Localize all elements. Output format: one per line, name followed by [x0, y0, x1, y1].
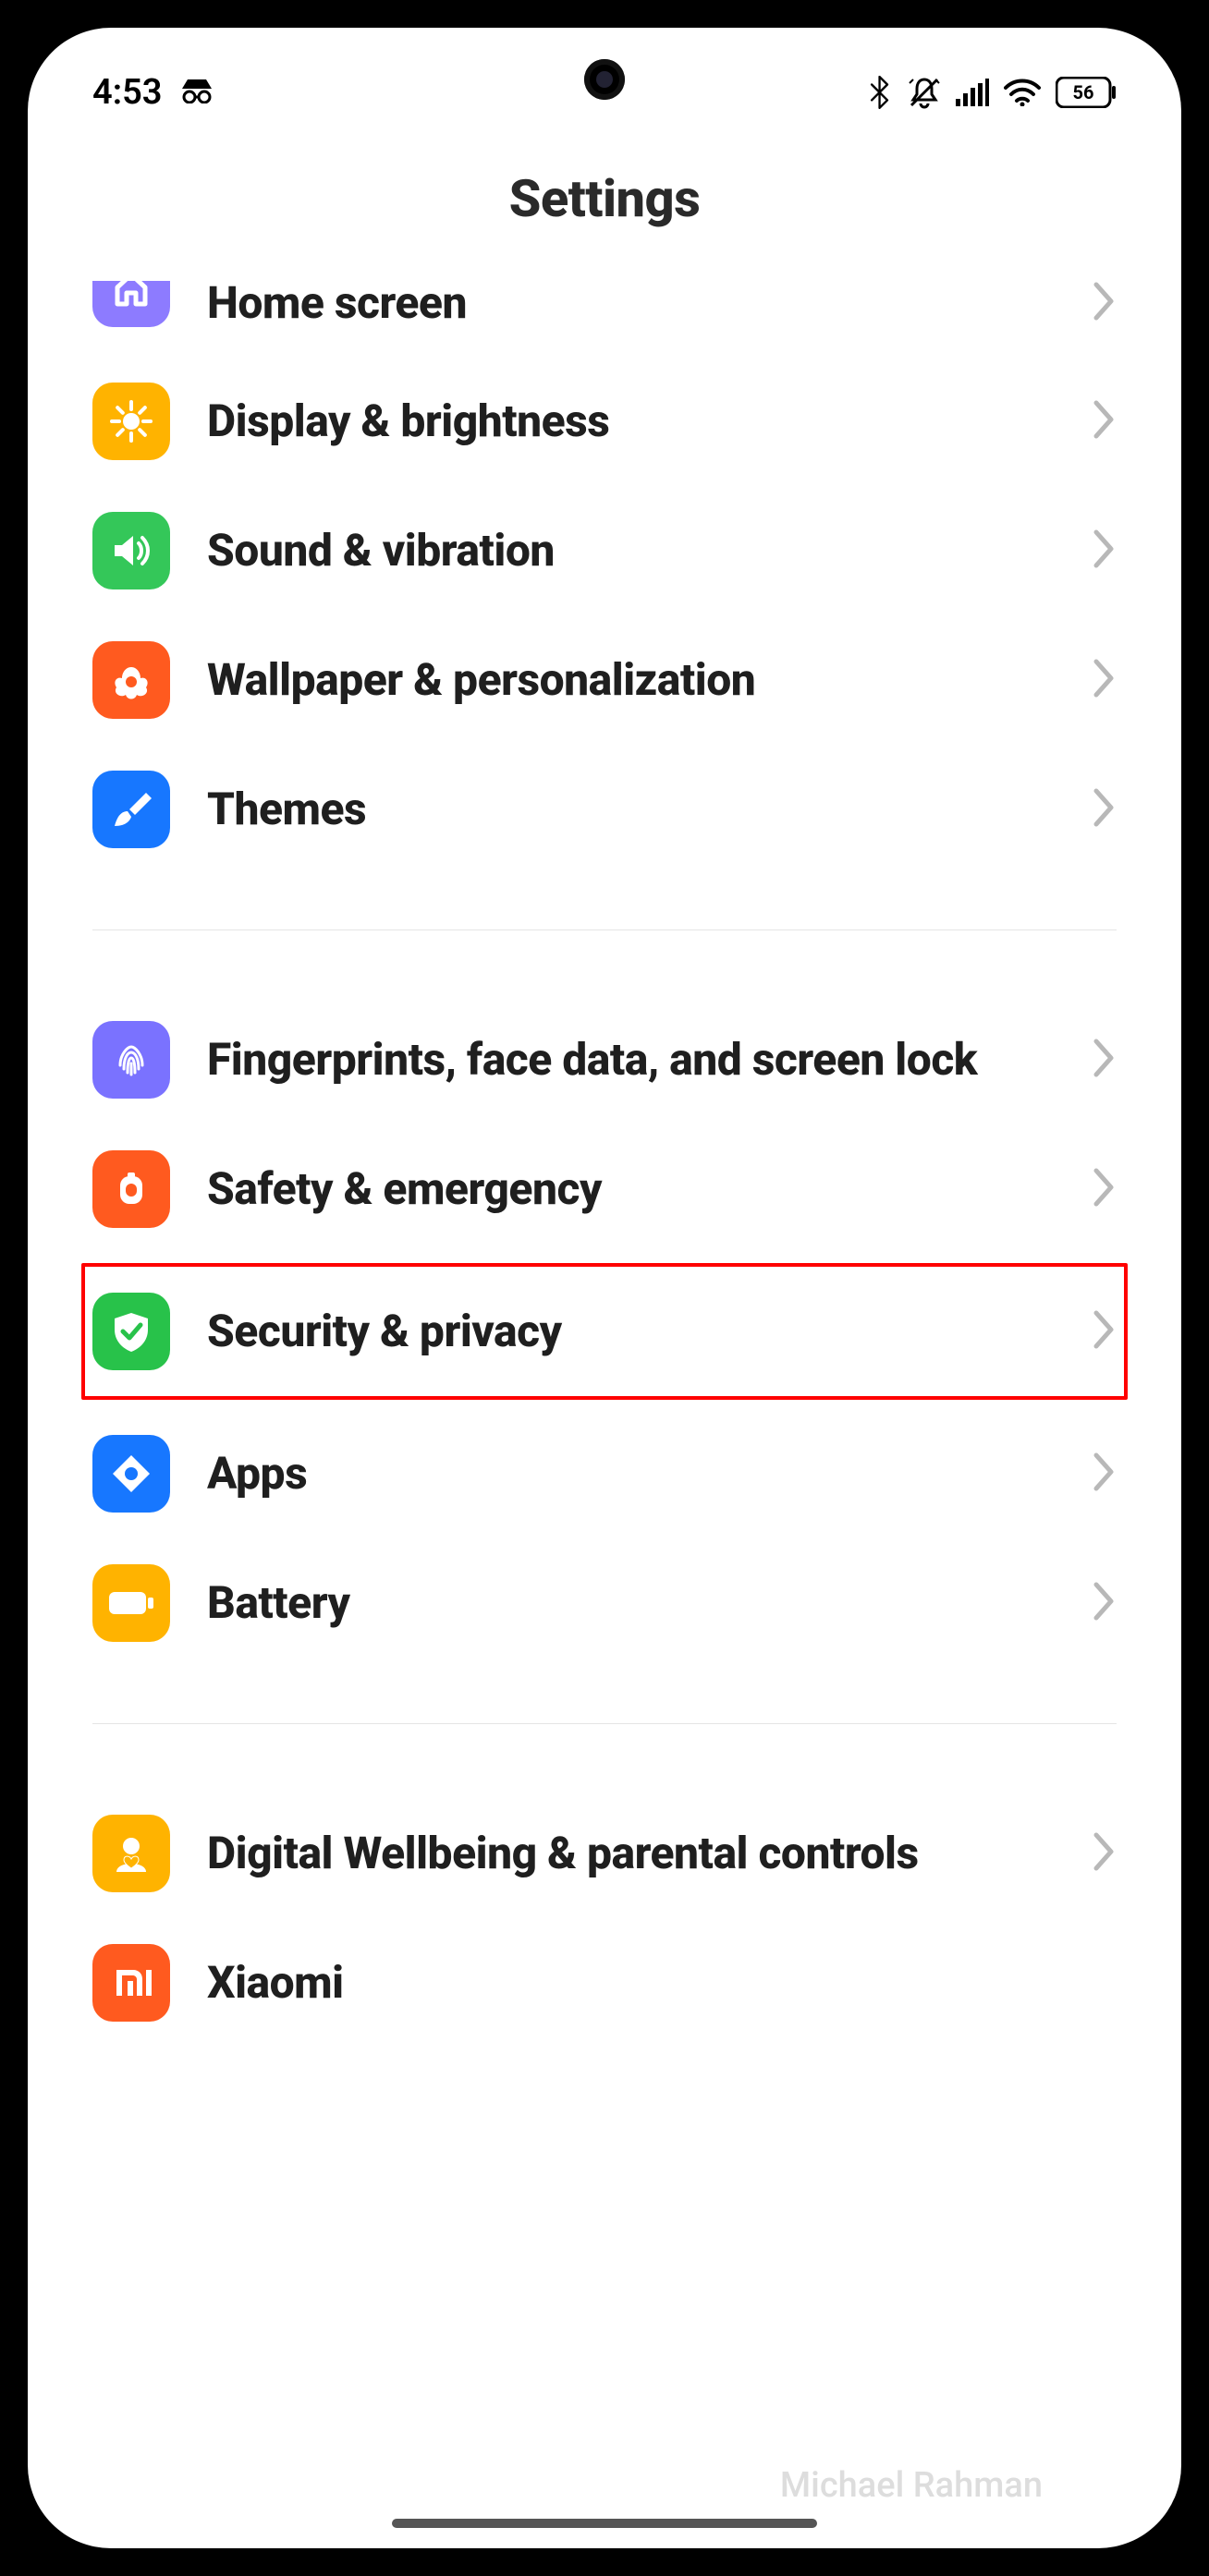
- settings-row-label: Sound & vibration: [207, 523, 1056, 578]
- chevron-right-icon: [1093, 1581, 1117, 1625]
- settings-row-sound[interactable]: Sound & vibration: [92, 486, 1117, 615]
- mi-icon: [92, 1944, 170, 2022]
- settings-row-label: Wallpaper & personaliza­tion: [207, 652, 1056, 708]
- battery-indicator: 56: [1056, 77, 1117, 108]
- bluetooth-icon: [869, 76, 893, 109]
- settings-row-safety[interactable]: Safety & emergency: [92, 1124, 1117, 1254]
- settings-row-label: Safety & emergency: [207, 1161, 1056, 1217]
- settings-row-label: Security & privacy: [207, 1304, 1056, 1359]
- settings-row-wallpaper[interactable]: Wallpaper & personaliza­tion: [92, 615, 1117, 745]
- battery-icon: [92, 1564, 170, 1642]
- settings-row-label: Home screen: [207, 275, 1056, 331]
- settings-row-label: Display & brightness: [207, 394, 1056, 449]
- shield-check-icon: [92, 1293, 170, 1370]
- settings-row-label: Digital Wellbeing & parental controls: [207, 1826, 1056, 1881]
- settings-row-label: Xiaomi: [207, 1955, 1056, 2011]
- home-indicator[interactable]: [392, 2519, 817, 2528]
- settings-row-label: Apps: [207, 1446, 1056, 1501]
- sun-icon: [92, 383, 170, 460]
- chevron-right-icon: [1093, 658, 1117, 702]
- flower-icon: [92, 641, 170, 719]
- person-heart-icon: [92, 1815, 170, 1892]
- home-icon: [92, 281, 170, 327]
- settings-row-security[interactable]: Security & privacy: [92, 1276, 1117, 1387]
- settings-row-battery[interactable]: Battery: [92, 1538, 1117, 1668]
- settings-list[interactable]: Home screen Display & brightness Sound & v…: [28, 275, 1181, 2047]
- watermark-text: Michael Rahman: [780, 2465, 1043, 2506]
- chevron-right-icon: [1093, 1452, 1117, 1496]
- chevron-right-icon: [1093, 529, 1117, 573]
- settings-row-wellbeing[interactable]: Digital Wellbeing & parental controls: [92, 1789, 1117, 1918]
- settings-row-xiaomi[interactable]: Xiaomi: [92, 1918, 1117, 2047]
- settings-row-themes[interactable]: Themes: [92, 745, 1117, 874]
- chevron-right-icon: [1093, 1038, 1117, 1082]
- settings-row-apps[interactable]: Apps: [92, 1409, 1117, 1538]
- incognito-icon: [178, 72, 215, 113]
- settings-row-display[interactable]: Display & brightness: [92, 357, 1117, 486]
- screen: 4:53: [28, 28, 1181, 2548]
- settings-row-fingerprint[interactable]: Fingerprints, face data, and screen lock: [92, 995, 1117, 1124]
- sos-icon: [92, 1150, 170, 1228]
- settings-row-label: Battery: [207, 1575, 1056, 1631]
- chevron-right-icon: [1093, 1831, 1117, 1876]
- highlight-annotation: Security & privacy: [81, 1263, 1128, 1400]
- status-time: 4:53: [92, 72, 162, 113]
- speaker-icon: [92, 512, 170, 589]
- brush-icon: [92, 771, 170, 848]
- group-separator: [92, 1723, 1117, 1724]
- signal-icon: [956, 79, 989, 106]
- camera-cutout: [584, 59, 625, 100]
- chevron-right-icon: [1093, 281, 1117, 325]
- phone-frame: 4:53: [0, 0, 1209, 2576]
- fingerprint-icon: [92, 1021, 170, 1099]
- status-right: 56: [869, 76, 1117, 109]
- settings-row-label: Themes: [207, 782, 1056, 837]
- chevron-right-icon: [1093, 1309, 1117, 1354]
- svg-text:56: 56: [1073, 81, 1094, 103]
- chevron-right-icon: [1093, 1167, 1117, 1211]
- chevron-right-icon: [1093, 787, 1117, 832]
- settings-row-home_screen[interactable]: Home screen: [92, 275, 1117, 357]
- chevron-right-icon: [1093, 399, 1117, 444]
- apps-icon: [92, 1435, 170, 1513]
- dnd-icon: [908, 76, 941, 109]
- settings-row-label: Fingerprints, face data, and screen lock: [207, 1032, 1056, 1088]
- wifi-icon: [1004, 79, 1041, 106]
- status-left: 4:53: [92, 72, 215, 113]
- page-title: Settings: [28, 131, 1181, 285]
